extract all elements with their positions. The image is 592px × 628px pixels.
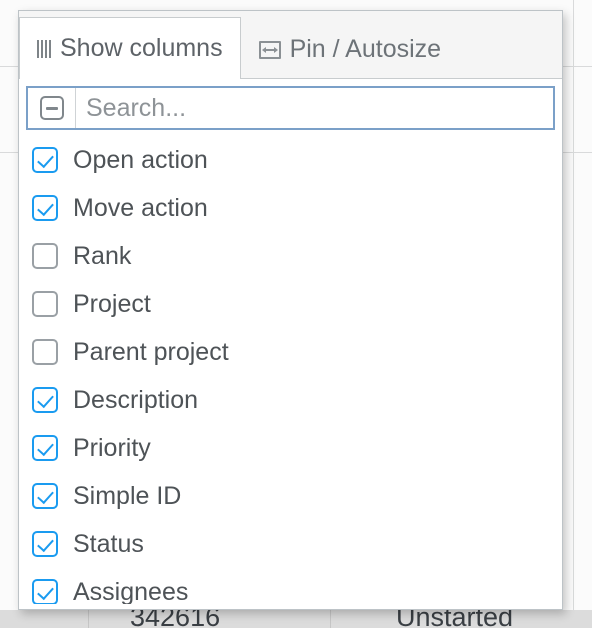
columns-icon: [37, 39, 51, 58]
search-row: [26, 86, 555, 130]
column-item-move-action[interactable]: Move action: [32, 184, 562, 232]
grid-cell-separator: [88, 610, 89, 628]
tab-pin-autosize[interactable]: Pin / Autosize: [241, 20, 459, 78]
column-item-priority[interactable]: Priority: [32, 424, 562, 472]
tab-pin-autosize-label: Pin / Autosize: [289, 35, 442, 63]
column-list[interactable]: Open action Move action Rank Project Par…: [19, 136, 562, 604]
column-item-description[interactable]: Description: [32, 376, 562, 424]
column-item-label: Project: [73, 289, 151, 318]
checkbox-checked-icon[interactable]: [32, 387, 58, 413]
column-item-rank[interactable]: Rank: [32, 232, 562, 280]
column-item-project[interactable]: Project: [32, 280, 562, 328]
screen: 342616 Unstarted Show columns Pin / Auto…: [0, 0, 592, 628]
tab-show-columns[interactable]: Show columns: [19, 17, 241, 79]
column-item-label: Parent project: [73, 337, 229, 366]
select-all-toggle[interactable]: [28, 88, 76, 128]
checkbox-checked-icon[interactable]: [32, 195, 58, 221]
checkbox-unchecked-icon[interactable]: [32, 339, 58, 365]
column-item-assignees[interactable]: Assignees: [32, 568, 562, 604]
grid-cell-separator: [330, 610, 331, 628]
autosize-icon: [258, 40, 281, 59]
minus-square-icon: [39, 96, 64, 120]
checkbox-checked-icon[interactable]: [32, 435, 58, 461]
column-item-open-action[interactable]: Open action: [32, 136, 562, 184]
column-item-label: Move action: [73, 193, 208, 222]
column-item-label: Open action: [73, 145, 208, 174]
checkbox-checked-icon[interactable]: [32, 531, 58, 557]
column-item-status[interactable]: Status: [32, 520, 562, 568]
checkbox-unchecked-icon[interactable]: [32, 291, 58, 317]
column-item-simple-id[interactable]: Simple ID: [32, 472, 562, 520]
checkbox-checked-icon[interactable]: [32, 483, 58, 509]
search-input[interactable]: [76, 88, 553, 128]
column-item-label: Simple ID: [73, 481, 182, 510]
checkbox-checked-icon[interactable]: [32, 147, 58, 173]
column-item-label: Rank: [73, 241, 132, 270]
tab-show-columns-label: Show columns: [60, 34, 223, 62]
checkbox-checked-icon[interactable]: [32, 579, 58, 604]
column-item-label: Priority: [73, 433, 151, 462]
column-tool-panel: Show columns Pin / Autosize Open action: [18, 10, 563, 610]
column-item-label: Description: [73, 385, 199, 414]
column-item-parent-project[interactable]: Parent project: [32, 328, 562, 376]
grid-vline: [573, 0, 574, 628]
tab-strip: Show columns Pin / Autosize: [19, 11, 562, 79]
column-item-label: Assignees: [73, 577, 189, 604]
column-item-label: Status: [73, 529, 144, 558]
checkbox-unchecked-icon[interactable]: [32, 243, 58, 269]
